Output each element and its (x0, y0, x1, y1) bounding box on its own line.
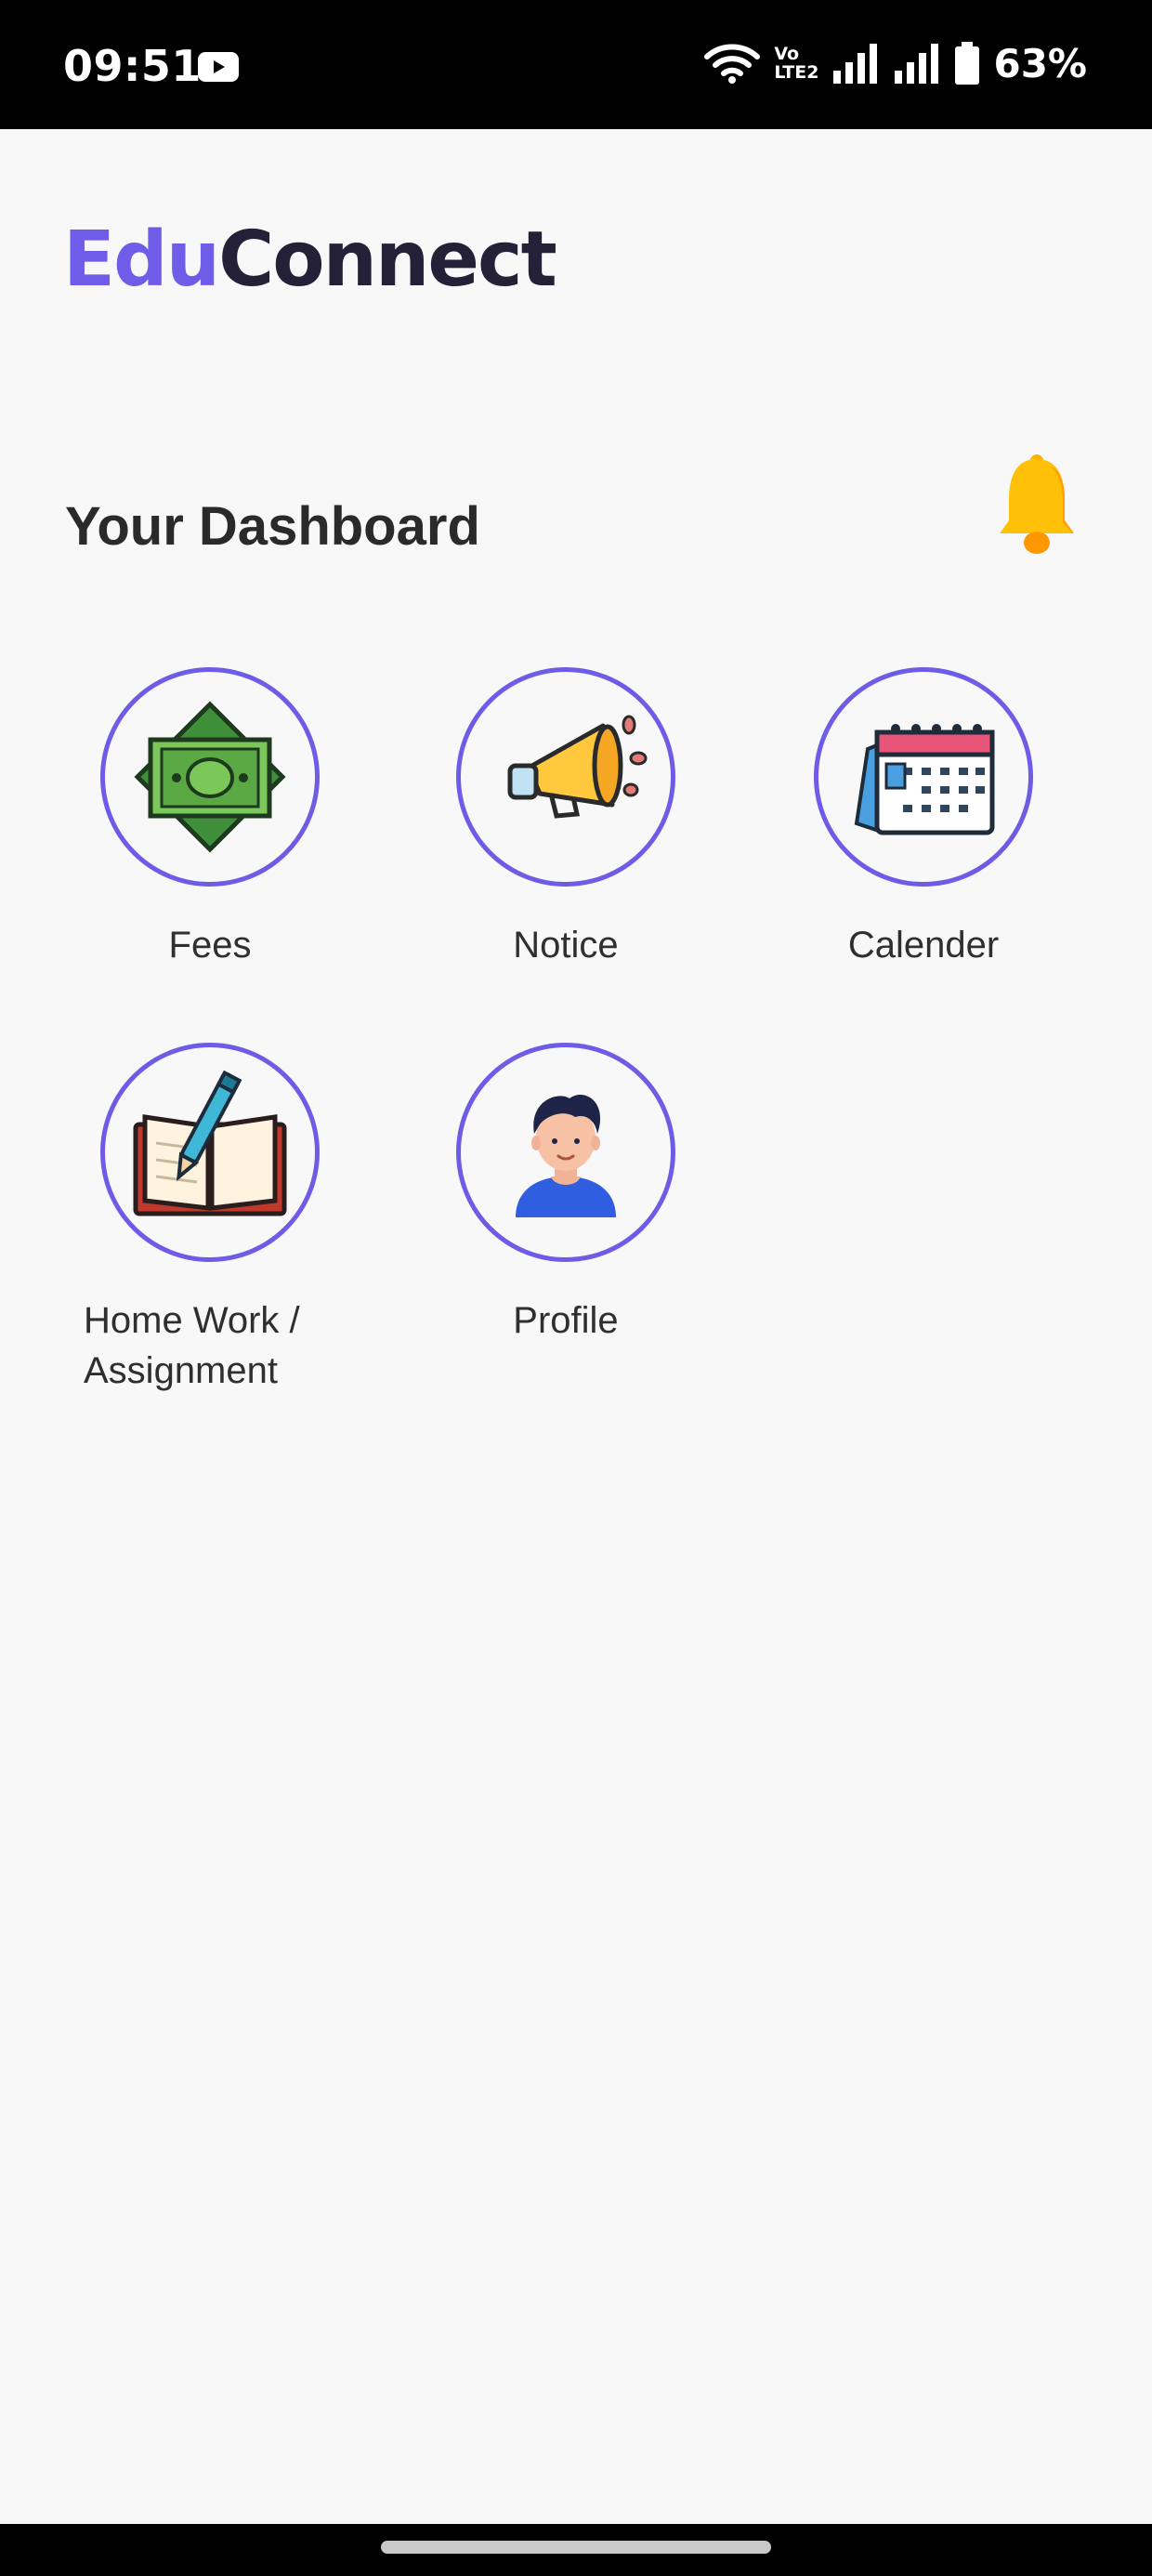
youtube-icon (198, 52, 239, 82)
tile-homework-label-line2: Assignment (84, 1350, 278, 1391)
profile-icon-circle[interactable] (456, 1043, 675, 1262)
volte-label-top: Vo (774, 44, 800, 64)
bell-icon[interactable] (994, 453, 1080, 556)
fees-icon-circle[interactable] (100, 667, 320, 887)
volte-icon: Vo LTE2 (774, 45, 818, 82)
notice-icon-circle[interactable] (456, 667, 675, 887)
app-logo: EduConnect (63, 216, 557, 304)
status-bar: 09:51 Vo LTE2 63% (0, 0, 1152, 129)
signal-icon (833, 44, 878, 84)
status-time: 09:51 (63, 41, 202, 91)
wifi-icon (704, 44, 761, 84)
calendar-icon (854, 724, 995, 835)
tile-notice-label: Notice (513, 925, 619, 966)
home-gesture-handle[interactable] (381, 2541, 771, 2554)
book-pen-icon (133, 1070, 287, 1216)
logo-connect: Connect (218, 216, 557, 304)
tile-calender-label: Calender (847, 925, 1000, 966)
avatar-icon (516, 1095, 616, 1217)
volte-label-bottom: LTE2 (774, 62, 819, 83)
tile-fees-label: Fees (168, 925, 252, 966)
money-icon (134, 701, 286, 853)
logo-edu: Edu (63, 216, 220, 304)
battery-icon (955, 42, 980, 85)
tile-profile-label: Profile (513, 1300, 619, 1341)
tile-homework-label: Home Work / Assignment (84, 1295, 381, 1396)
megaphone-icon (507, 715, 648, 819)
tile-homework-label-line1: Home Work / (84, 1300, 300, 1341)
signal-icon (895, 44, 939, 84)
battery-percent: 63% (993, 40, 1087, 86)
calender-icon-circle[interactable] (814, 667, 1033, 887)
homework-icon-circle[interactable] (100, 1043, 320, 1262)
page-title: Your Dashboard (65, 496, 480, 557)
